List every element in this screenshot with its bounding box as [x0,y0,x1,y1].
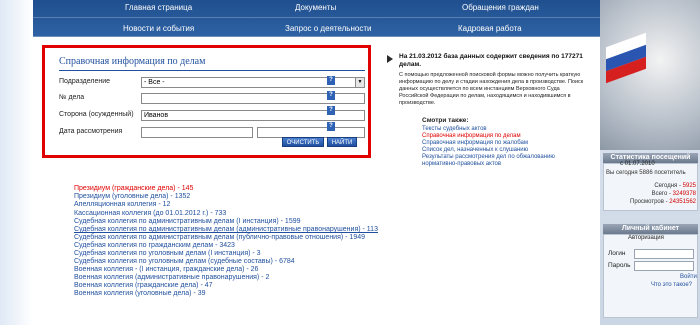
link-appeal-results[interactable]: Результаты рассмотрения дел по обжалован… [422,154,555,160]
stats-total-value: 3249378 [672,191,696,197]
result-item[interactable]: Военная коллегия (уголовные дела) - 39 [74,290,206,298]
link-scheduled-cases[interactable]: Список дел, назначенных к слушанию [422,147,528,153]
help-case-number-button[interactable]: ? [327,91,335,100]
result-item[interactable]: Военная коллегия (гражданские дела) - 47 [74,282,213,290]
login-input[interactable] [634,249,694,259]
form-title-divider [59,70,365,71]
stats-views-value: 24351562 [669,199,696,205]
nav-divider [33,17,600,18]
result-item[interactable]: Военная коллегия - (I инстанция, граждан… [74,266,258,274]
result-item[interactable]: Судебная коллегия по административным де… [74,218,301,226]
form-title: Справочная информация по делам [59,56,206,67]
cabinet-title: Личный кабинет [603,224,698,234]
help-division-button[interactable]: ? [327,76,335,85]
help-date-button[interactable]: ? [327,122,335,131]
result-item[interactable]: Судебная коллегия по административным де… [74,226,378,234]
what-is-it-link[interactable]: Что это такое? [651,282,692,288]
themis-statue-image [600,0,700,150]
result-item[interactable]: Судебная коллегия по уголовным делам (су… [74,258,295,266]
result-item[interactable]: Судебная коллегия по уголовным делам (I … [74,250,261,258]
nav-news[interactable]: Новости и события [123,24,194,33]
russian-flag-icon [606,32,646,140]
link-case-info[interactable]: Справочная информация по делам [422,133,521,139]
password-input[interactable] [634,261,694,271]
result-item[interactable]: Апелляционная коллегия - 12 [74,201,170,209]
result-item[interactable]: Президиум (уголовные дела) - 1352 [74,193,190,201]
today-visitor-line: Вы сегодня 5886 посетитель [606,170,686,176]
password-label: Пароль [608,262,631,269]
party-label: Сторона (осужденный) [59,111,134,118]
result-item[interactable]: Судебная коллегия по гражданским делам -… [74,242,235,250]
clear-button[interactable]: ОЧИСТИТЬ [282,137,324,147]
stats-since: с 01.07.2010 [620,161,655,167]
enter-link[interactable]: Войти [680,274,697,280]
link-court-acts[interactable]: Тексты судебных актов [422,126,487,132]
help-party-button[interactable]: ? [327,106,335,115]
auth-subtitle: Авторизация [628,235,664,241]
date-from-input[interactable] [141,127,253,138]
stats-today: Сегодня - 5925 [654,183,696,189]
date-label: Дата рассмотрения [59,128,123,135]
result-item[interactable]: Судебная коллегия по административным де… [74,234,365,242]
find-button[interactable]: НАЙТИ [327,137,357,147]
stats-today-label: Сегодня - [654,183,683,189]
stats-total-label: Всего - [651,191,673,197]
nav-main-page[interactable]: Главная страница [125,3,192,12]
nav-citizen-appeals[interactable]: Обращения граждан [462,3,539,12]
see-also-heading: Смотри также: [422,117,469,124]
database-summary: На 21.03.2012 база данных содержит сведе… [399,53,583,68]
result-item[interactable]: Военная коллегия (административные право… [74,274,269,282]
result-item[interactable]: Кассационная коллегия (до 01.01.2012 г.)… [74,210,226,218]
nav-personnel[interactable]: Кадровая работа [458,24,522,33]
link-normative-acts[interactable]: нормативно-правовых актов [422,161,501,167]
left-decoration [0,0,33,325]
stats-views-label: Просмотров - [630,199,670,205]
case-number-label: № дела [59,94,85,101]
stats-today-value: 5925 [682,183,696,189]
chevron-down-icon[interactable]: ▼ [355,78,364,87]
stats-views: Просмотров - 24351562 [630,199,696,205]
login-label: Логин [608,250,626,257]
division-selected-value: - Все - [144,79,165,86]
top-navigation: Главная страница Документы Обращения гра… [33,0,600,37]
result-item[interactable]: Президиум (гражданские дела) - 145 [74,185,193,193]
info-panel: На 21.03.2012 база данных содержит сведе… [387,53,592,178]
nav-activity-request[interactable]: Запрос о деятельности [285,24,371,33]
search-description: С помощью предложенной поисковой формы м… [399,72,584,106]
bullet-arrow-icon [387,55,393,63]
nav-documents[interactable]: Документы [295,3,336,12]
stats-total: Всего - 3249378 [652,191,696,197]
division-label: Подразделение [59,78,111,85]
link-complaint-info[interactable]: Справочная информация по жалобам [422,140,528,146]
